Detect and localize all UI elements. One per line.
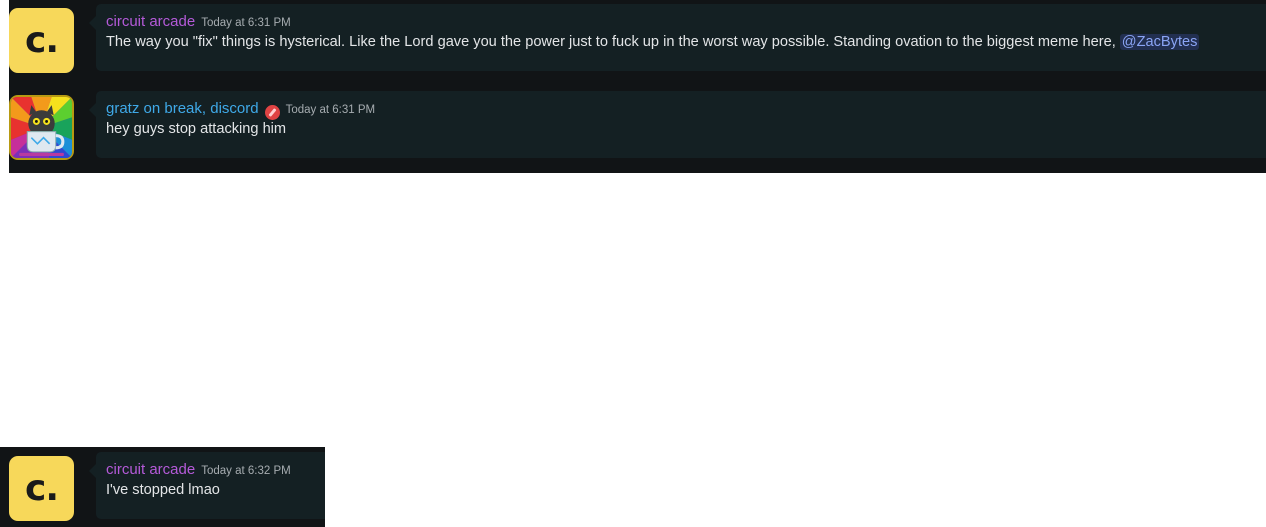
message-timestamp: Today at 6:31 PM bbox=[201, 17, 291, 29]
avatar-letter: c. bbox=[24, 468, 59, 509]
avatar[interactable]: c. bbox=[9, 8, 74, 73]
message-author[interactable]: circuit arcade bbox=[106, 13, 195, 30]
message-bubble: circuit arcade Today at 6:31 PM The way … bbox=[89, 4, 1266, 71]
message-text: I've stopped lmao bbox=[106, 482, 220, 498]
message-timestamp: Today at 6:32 PM bbox=[201, 465, 291, 477]
avatar[interactable]: c. bbox=[9, 456, 74, 521]
message-bubble: gratz on break, discord Today at 6:31 PM… bbox=[89, 91, 1266, 158]
message-author[interactable]: gratz on break, discord bbox=[106, 100, 259, 117]
user-mention[interactable]: @ZacBytes bbox=[1119, 34, 1200, 50]
message-author[interactable]: circuit arcade bbox=[106, 461, 195, 478]
cat-mug-icon bbox=[11, 97, 72, 158]
pencil-badge-icon bbox=[264, 104, 280, 120]
avatar[interactable] bbox=[9, 95, 74, 160]
avatar-letter: c. bbox=[24, 20, 59, 61]
message-text: The way you "fix" things is hysterical. … bbox=[106, 34, 1256, 50]
message-bubble: circuit arcade Today at 6:32 PM I've sto… bbox=[89, 452, 325, 519]
message-timestamp: Today at 6:31 PM bbox=[285, 104, 376, 116]
message-text: hey guys stop attacking him bbox=[106, 121, 287, 137]
message-body: The way you "fix" things is hysterical. … bbox=[106, 34, 1116, 50]
